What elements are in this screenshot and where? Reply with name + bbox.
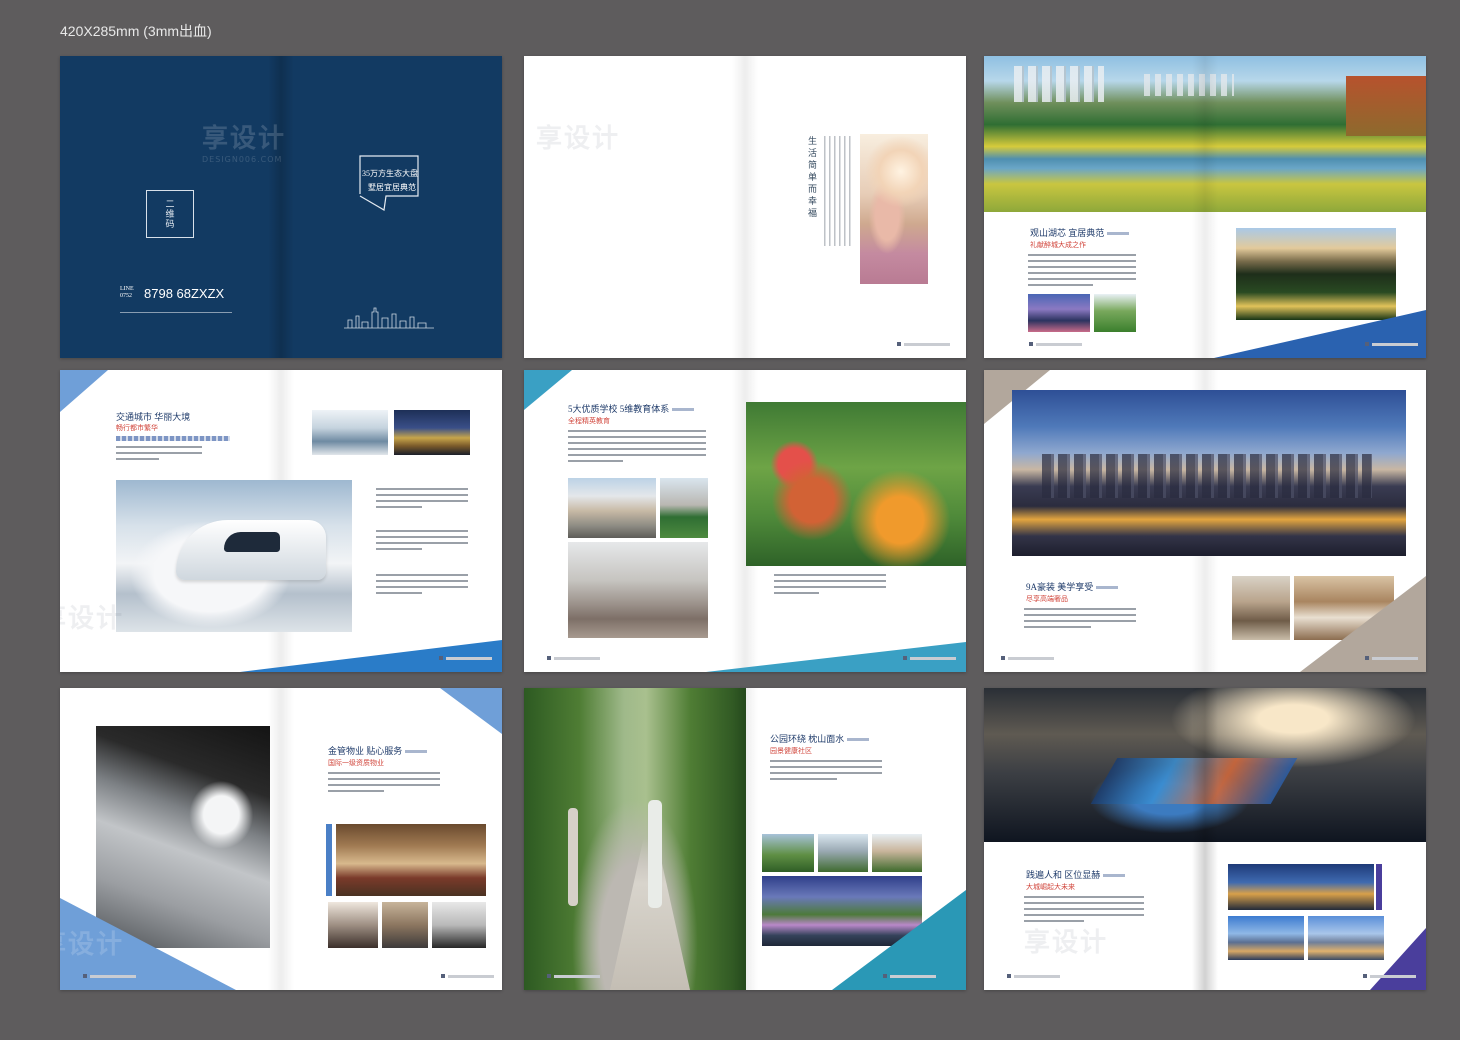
garden-photo-2 xyxy=(818,834,868,872)
school-heading: 5大优质学校 5维教育体系 xyxy=(568,402,695,415)
slogan-line-1: 35万方生态大盘 xyxy=(362,169,418,178)
scenery-subheading: 礼献醉城大成之作 xyxy=(1030,241,1086,249)
garden-photo-1 xyxy=(762,834,814,872)
scenery-body-text xyxy=(1028,254,1136,290)
couple-photo xyxy=(860,134,928,284)
garden-photo-3 xyxy=(872,834,922,872)
service-body-text xyxy=(328,772,440,796)
service-heading: 金管物业 贴心服务 xyxy=(328,744,428,757)
watermark: 享设计 xyxy=(536,118,620,155)
night-transit-photo xyxy=(1228,864,1374,910)
phone-number: 8798 68ZXZX xyxy=(144,285,225,301)
future-heading-text: 践遍人和 区位显赫 xyxy=(1026,870,1101,880)
intro-vertical-title: 生活简单而幸福 xyxy=(807,136,817,220)
corner-triangle xyxy=(240,640,502,672)
decor-subheading: 尽享高端奢品 xyxy=(1026,595,1068,603)
school-spread: 5大优质学校 5维教育体系 全程精英教育 xyxy=(524,370,966,672)
skyline-logo xyxy=(344,307,434,329)
cover-divider xyxy=(120,312,232,313)
decor-heading-text: 9A豪装 美学享受 xyxy=(1026,582,1094,592)
future-subheading: 大城崛起大未来 xyxy=(1026,883,1075,891)
corner-triangle xyxy=(1214,310,1426,358)
service-accent-bar xyxy=(326,824,332,896)
watermark-text: 享设计 xyxy=(60,604,125,634)
spec-label: 420X285mm (3mm出血) xyxy=(60,23,212,39)
city-street-photo xyxy=(1028,294,1090,332)
tel-block: LINE 0752 8798 68ZXZX xyxy=(120,284,224,302)
city-dusk-panorama-photo xyxy=(1012,390,1406,556)
watermark: 享设计 xyxy=(1024,922,1108,959)
service-photo-2 xyxy=(382,902,428,948)
family-walk-photo xyxy=(524,688,746,990)
kitchen-photo xyxy=(1232,576,1290,640)
garden-subheading: 园景健康社区 xyxy=(770,747,812,755)
future-heading: 践遍人和 区位显赫 xyxy=(1026,868,1126,881)
qr-code-box: 二维码 xyxy=(146,190,194,238)
school-heading-text: 5大优质学校 5维教育体系 xyxy=(568,404,670,414)
corner-triangle xyxy=(1370,928,1426,990)
scenery-spread: 观山湖芯 宜居典范 礼献醉城大成之作 xyxy=(984,56,1426,358)
scenery-heading-text: 观山湖芯 宜居典范 xyxy=(1030,228,1105,238)
slogan-line-2: 墅居宜居典范 xyxy=(368,183,416,192)
transport-heading: 交通城市 华丽大境 xyxy=(116,412,191,422)
service-heading-text: 金管物业 贴心服务 xyxy=(328,746,403,756)
watermark-text: 享设计 xyxy=(536,124,621,154)
corner-triangle xyxy=(524,370,572,410)
future-body-text xyxy=(1024,896,1144,926)
transport-text-block-1 xyxy=(376,488,468,512)
lawn-photo xyxy=(1094,294,1136,332)
intro-text-columns xyxy=(824,136,854,246)
service-spread: 金管物业 贴心服务 国际一级资质物业 享设计 xyxy=(60,688,502,990)
garden-heading: 公园环绕 枕山面水 xyxy=(770,732,870,745)
garden-spread: 公园环绕 枕山面水 园景健康社区 xyxy=(524,688,966,990)
transport-body-text xyxy=(116,446,202,464)
garden-heading-text: 公园环绕 枕山面水 xyxy=(770,734,845,744)
future-accent-bar xyxy=(1376,864,1382,910)
mushroom-garden-photo xyxy=(746,402,966,566)
intro-spread: 生活简单而幸福 享设计 xyxy=(524,56,966,358)
qr-code-label: 二维码 xyxy=(164,199,175,229)
night-bus-photo xyxy=(394,410,470,455)
service-subheading: 国际一级资质物业 xyxy=(328,759,384,767)
corner-triangle xyxy=(60,370,108,412)
skyline-photo-1 xyxy=(1228,916,1304,960)
tel-prefix: LINE 0752 xyxy=(120,286,134,300)
transport-divider xyxy=(116,436,230,441)
train-photo-small xyxy=(312,410,388,455)
watermark: 享设计 xyxy=(60,598,124,635)
school-building-photo xyxy=(568,478,656,538)
school-body-text xyxy=(568,430,706,466)
cover-spread: 二维码 LINE 0752 8798 68ZXZX 35万方生态大盘 墅居宜居典… xyxy=(60,56,502,358)
school-field-photo xyxy=(660,478,708,538)
concierge-photo xyxy=(336,824,486,896)
transport-text-block-2 xyxy=(376,530,468,554)
future-spread: 践遍人和 区位显赫 大城崛起大未来 享设计 xyxy=(984,688,1426,990)
school-subheading: 全程精英教育 xyxy=(568,417,610,425)
transport-text-block-3 xyxy=(376,574,468,598)
transport-subheading: 畅行都市繁华 xyxy=(116,424,158,432)
decor-heading: 9A豪装 美学享受 xyxy=(1026,580,1119,593)
transport-spread: 交通城市 华丽大境 畅行都市繁华 享设计 xyxy=(60,370,502,672)
decor-body-text xyxy=(1024,608,1136,632)
maglev-train-photo xyxy=(116,480,352,632)
school-gate-photo xyxy=(568,542,708,638)
night-park-photo xyxy=(1236,228,1396,320)
service-photo-1 xyxy=(328,902,378,948)
decor-spread: 9A豪装 美学享受 尽享高端奢品 xyxy=(984,370,1426,672)
garden-body-text xyxy=(770,760,882,784)
corner-triangle xyxy=(440,688,502,734)
watermark-text: 享设计 xyxy=(1024,928,1109,958)
service-photo-3 xyxy=(432,902,486,948)
school-caption-text xyxy=(774,574,886,598)
scenery-heading: 观山湖芯 宜居典范 xyxy=(1030,226,1130,239)
